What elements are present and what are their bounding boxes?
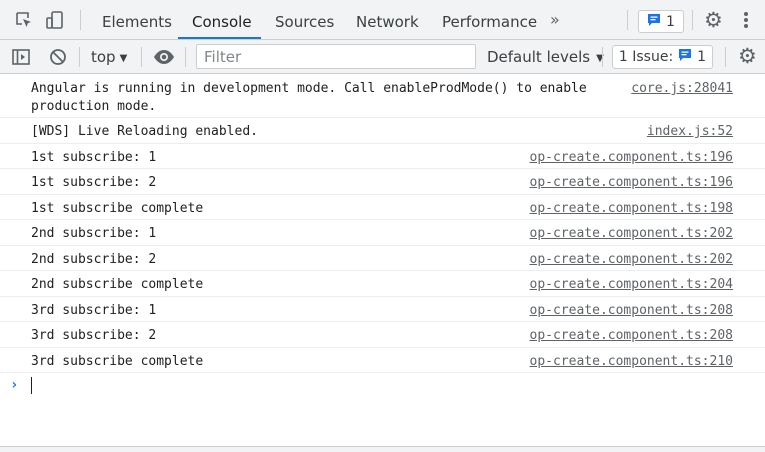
source-link[interactable]: op-create.component.ts:208: [530, 327, 734, 345]
source-link[interactable]: op-create.component.ts:202: [530, 251, 734, 269]
source-link[interactable]: index.js:52: [647, 123, 733, 141]
message-text: 3rd subscribe: 2: [31, 328, 157, 343]
console-message: 3rd subscribe: 2 op-create.component.ts:…: [0, 322, 765, 348]
console-message: 1st subscribe: 1 op-create.component.ts:…: [0, 144, 765, 169]
settings-gear-icon[interactable]: ⚙: [704, 10, 723, 31]
console-message: 3rd subscribe complete op-create.compone…: [0, 348, 765, 373]
tab-network[interactable]: Network: [356, 0, 419, 40]
active-tab-indicator: [178, 37, 261, 39]
message-text: 3rd subscribe complete: [31, 353, 204, 369]
message-text: 3rd subscribe: 1: [31, 302, 157, 318]
messages-badge[interactable]: 1: [638, 10, 684, 33]
dropdown-caret-icon: ▼: [119, 53, 128, 64]
tab-sources[interactable]: Sources: [275, 0, 334, 40]
console-settings-gear-icon[interactable]: ⚙: [738, 46, 757, 67]
message-icon: [678, 48, 692, 66]
clear-console-icon[interactable]: [47, 46, 69, 68]
inspect-element-icon[interactable]: [13, 9, 35, 31]
console-message: 2nd subscribe: 2 op-create.component.ts:…: [0, 246, 765, 271]
sidebar-toggle-icon[interactable]: [10, 46, 32, 68]
tab-performance[interactable]: Performance: [442, 0, 537, 40]
message-text: 1st subscribe: 2: [31, 175, 157, 190]
levels-label: Default levels: [487, 48, 591, 66]
message-text: 1st subscribe: 1: [31, 149, 157, 165]
message-text: 1st subscribe complete: [31, 200, 204, 216]
context-label: top: [91, 48, 116, 66]
source-link[interactable]: op-create.component.ts:204: [530, 276, 734, 294]
source-link[interactable]: op-create.component.ts:210: [530, 353, 734, 371]
divider: [692, 10, 693, 30]
divider: [725, 47, 726, 67]
drawer-edge: [0, 446, 765, 452]
console-message: 1st subscribe complete op-create.compone…: [0, 195, 765, 220]
issues-label: 1 Issue:: [618, 49, 674, 65]
live-expression-eye-icon[interactable]: [153, 46, 175, 68]
devtools-tabbar: Elements Console Sources Network Perform…: [0, 0, 765, 40]
prompt-chevron-icon: ›: [10, 377, 19, 393]
issues-count: 1: [697, 49, 707, 65]
console-message: 2nd subscribe: 1 op-create.component.ts:…: [0, 220, 765, 246]
context-selector[interactable]: top ▼: [91, 48, 127, 66]
divider: [79, 47, 80, 67]
source-link[interactable]: op-create.component.ts:202: [530, 225, 734, 243]
divider: [627, 10, 628, 30]
console-prompt[interactable]: ›: [0, 373, 765, 399]
divider: [141, 47, 142, 67]
console-message: 2nd subscribe complete op-create.compone…: [0, 271, 765, 297]
device-toolbar-icon[interactable]: [44, 9, 66, 31]
console-message: [WDS] Live Reloading enabled. index.js:5…: [0, 118, 765, 144]
console-output: Angular is running in development mode. …: [0, 75, 765, 399]
chevron-double-right-icon[interactable]: ››: [550, 10, 560, 29]
messages-count: 1: [666, 13, 675, 30]
source-link[interactable]: op-create.component.ts:196: [530, 149, 734, 167]
tab-console[interactable]: Console: [192, 0, 252, 40]
divider: [185, 47, 186, 67]
message-text: 2nd subscribe complete: [31, 277, 204, 292]
message-text: 2nd subscribe: 1: [31, 226, 157, 241]
console-toolbar: top▼ Default levels▼ 1 Issue: 1 ⚙: [0, 40, 765, 74]
console-message: Angular is running in development mode. …: [0, 75, 765, 118]
text-cursor: [31, 377, 32, 394]
console-message: 3rd subscribe: 1 op-create.component.ts:…: [0, 297, 765, 322]
divider: [602, 47, 603, 67]
issues-button[interactable]: 1 Issue: 1: [612, 45, 713, 69]
more-options-icon[interactable]: [743, 10, 749, 30]
message-icon: [647, 13, 661, 31]
source-link[interactable]: core.js:28041: [631, 80, 733, 98]
source-link[interactable]: op-create.component.ts:208: [530, 302, 734, 320]
divider: [80, 10, 81, 30]
tab-elements[interactable]: Elements: [102, 0, 172, 40]
console-message: 1st subscribe: 2 op-create.component.ts:…: [0, 169, 765, 195]
log-levels-dropdown[interactable]: Default levels ▼: [487, 48, 604, 66]
source-link[interactable]: op-create.component.ts:198: [530, 200, 734, 218]
filter-input[interactable]: [196, 44, 476, 69]
source-link[interactable]: op-create.component.ts:196: [530, 174, 734, 192]
message-text: 2nd subscribe: 2: [31, 251, 157, 267]
message-text: Angular is running in development mode. …: [31, 81, 587, 114]
message-text: [WDS] Live Reloading enabled.: [31, 124, 258, 139]
